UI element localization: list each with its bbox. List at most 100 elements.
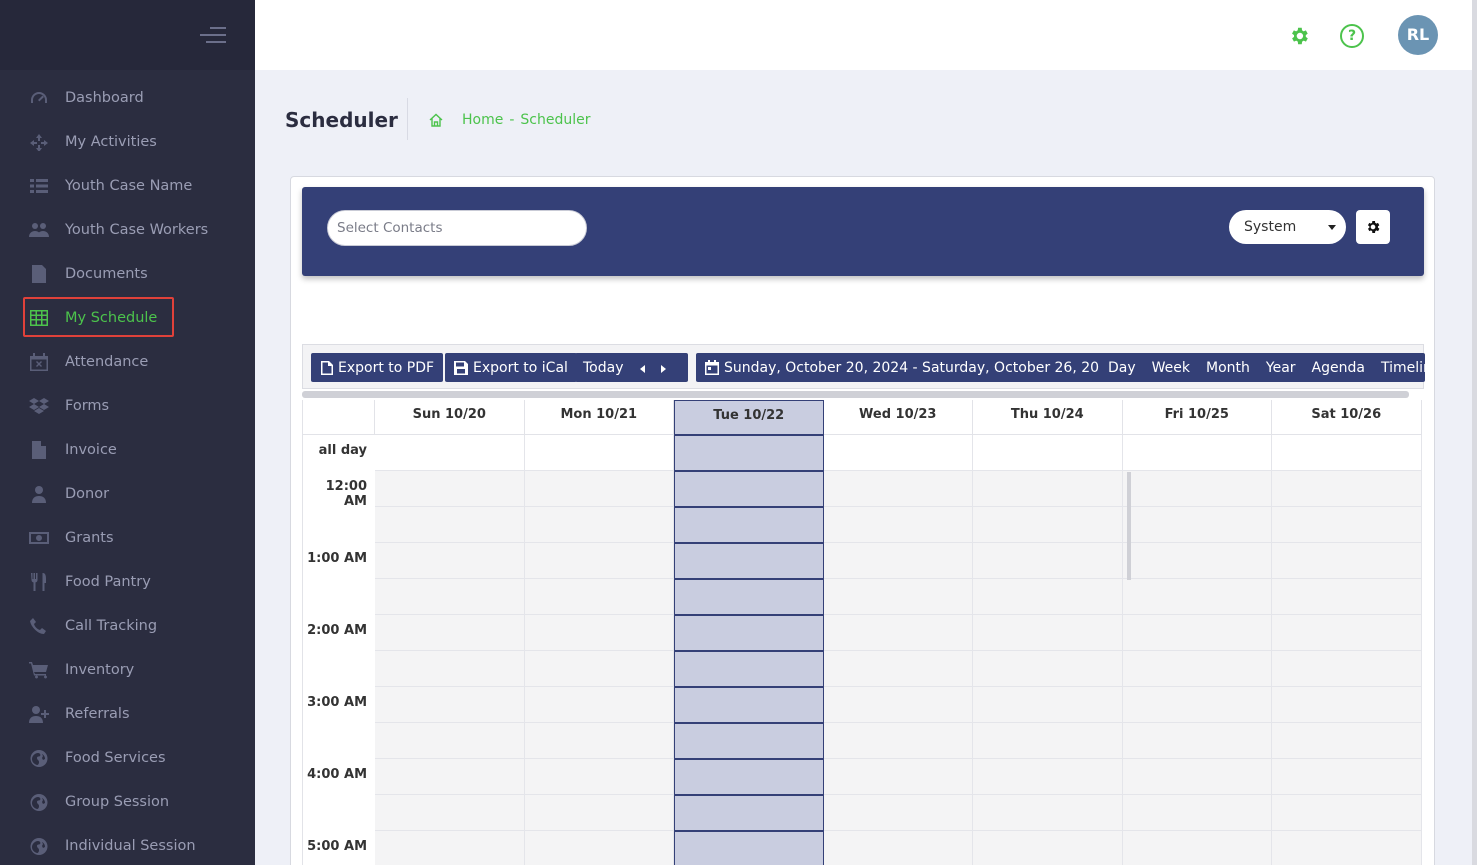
time-slot-cell[interactable] bbox=[1272, 471, 1422, 507]
time-slot-cell[interactable] bbox=[375, 579, 525, 615]
time-slot-cell[interactable] bbox=[973, 543, 1123, 579]
today-button[interactable]: Today bbox=[575, 360, 632, 376]
time-slot-cell[interactable] bbox=[823, 687, 973, 723]
all-day-cell[interactable] bbox=[823, 435, 973, 471]
time-slot-cell[interactable] bbox=[973, 579, 1123, 615]
all-day-cell[interactable] bbox=[674, 435, 824, 471]
time-slot-cell[interactable] bbox=[1272, 795, 1422, 831]
sidebar-item-inventory[interactable]: Inventory bbox=[0, 648, 255, 692]
gear-icon[interactable] bbox=[1288, 25, 1310, 47]
view-day-button[interactable]: Day bbox=[1100, 360, 1144, 376]
time-slot-cell[interactable] bbox=[823, 579, 973, 615]
time-slot-cell[interactable] bbox=[674, 651, 824, 687]
time-slot-cell[interactable] bbox=[524, 831, 674, 865]
sidebar-item-my-activities[interactable]: My Activities bbox=[0, 120, 255, 164]
time-slot-cell[interactable] bbox=[674, 579, 824, 615]
time-slot-cell[interactable] bbox=[375, 723, 525, 759]
sidebar-item-referrals[interactable]: Referrals bbox=[0, 692, 255, 736]
view-week-button[interactable]: Week bbox=[1144, 360, 1198, 376]
time-slot-cell[interactable] bbox=[1272, 831, 1422, 865]
sidebar-item-individual-session[interactable]: Individual Session bbox=[0, 824, 255, 865]
time-slot-cell[interactable] bbox=[1122, 723, 1272, 759]
day-header[interactable]: Wed 10/23 bbox=[823, 400, 973, 435]
horizontal-scrollbar[interactable] bbox=[302, 391, 1409, 398]
grid-scrollbar[interactable] bbox=[1127, 472, 1131, 580]
time-slot-cell[interactable] bbox=[823, 507, 973, 543]
time-slot-cell[interactable] bbox=[1272, 687, 1422, 723]
time-slot-cell[interactable] bbox=[823, 759, 973, 795]
time-slot-cell[interactable] bbox=[1122, 471, 1272, 507]
time-slot-cell[interactable] bbox=[674, 471, 824, 507]
time-slot-cell[interactable] bbox=[973, 471, 1123, 507]
time-slot-cell[interactable] bbox=[823, 831, 973, 865]
avatar[interactable]: RL bbox=[1398, 15, 1438, 55]
time-slot-cell[interactable] bbox=[1272, 615, 1422, 651]
time-slot-cell[interactable] bbox=[375, 651, 525, 687]
sidebar-item-group-session[interactable]: Group Session bbox=[0, 780, 255, 824]
time-slot-cell[interactable] bbox=[674, 795, 824, 831]
time-slot-cell[interactable] bbox=[524, 579, 674, 615]
time-slot-cell[interactable] bbox=[1272, 543, 1422, 579]
sidebar-item-documents[interactable]: Documents bbox=[0, 252, 255, 296]
all-day-cell[interactable] bbox=[1122, 435, 1272, 471]
time-slot-cell[interactable] bbox=[823, 795, 973, 831]
day-header[interactable]: Sun 10/20 bbox=[375, 400, 525, 435]
day-header[interactable]: Fri 10/25 bbox=[1122, 400, 1272, 435]
time-slot-cell[interactable] bbox=[973, 831, 1123, 865]
time-slot-cell[interactable] bbox=[375, 795, 525, 831]
time-slot-cell[interactable] bbox=[1122, 831, 1272, 865]
time-slot-cell[interactable] bbox=[375, 471, 525, 507]
time-slot-cell[interactable] bbox=[1122, 507, 1272, 543]
time-slot-cell[interactable] bbox=[375, 543, 525, 579]
time-slot-cell[interactable] bbox=[524, 687, 674, 723]
view-year-button[interactable]: Year bbox=[1258, 360, 1304, 376]
all-day-cell[interactable] bbox=[973, 435, 1123, 471]
time-slot-cell[interactable] bbox=[375, 507, 525, 543]
time-slot-cell[interactable] bbox=[375, 615, 525, 651]
view-timeline-button[interactable]: Timeline bbox=[1373, 360, 1425, 376]
time-slot-cell[interactable] bbox=[1272, 507, 1422, 543]
view-month-button[interactable]: Month bbox=[1198, 360, 1258, 376]
sidebar-item-food-services[interactable]: Food Services bbox=[0, 736, 255, 780]
time-slot-cell[interactable] bbox=[973, 723, 1123, 759]
all-day-cell[interactable] bbox=[1272, 435, 1422, 471]
time-slot-cell[interactable] bbox=[674, 759, 824, 795]
sidebar-item-youth-case-name[interactable]: Youth Case Name bbox=[0, 164, 255, 208]
time-slot-cell[interactable] bbox=[524, 723, 674, 759]
time-slot-cell[interactable] bbox=[973, 687, 1123, 723]
time-slot-cell[interactable] bbox=[1122, 687, 1272, 723]
time-slot-cell[interactable] bbox=[674, 615, 824, 651]
view-agenda-button[interactable]: Agenda bbox=[1304, 360, 1373, 376]
day-header[interactable]: Tue 10/22 bbox=[674, 400, 824, 435]
time-slot-cell[interactable] bbox=[375, 831, 525, 865]
page-scrollbar[interactable] bbox=[1472, 0, 1477, 865]
time-slot-cell[interactable] bbox=[524, 759, 674, 795]
all-day-cell[interactable] bbox=[524, 435, 674, 471]
sidebar-item-food-pantry[interactable]: Food Pantry bbox=[0, 560, 255, 604]
time-slot-cell[interactable] bbox=[1272, 759, 1422, 795]
time-slot-cell[interactable] bbox=[1122, 579, 1272, 615]
time-slot-cell[interactable] bbox=[524, 795, 674, 831]
home-icon[interactable] bbox=[428, 112, 444, 128]
time-slot-cell[interactable] bbox=[524, 543, 674, 579]
time-slot-cell[interactable] bbox=[674, 831, 824, 865]
time-slot-cell[interactable] bbox=[1272, 651, 1422, 687]
time-slot-cell[interactable] bbox=[524, 507, 674, 543]
time-slot-cell[interactable] bbox=[674, 723, 824, 759]
system-select[interactable]: System bbox=[1229, 210, 1346, 244]
export-pdf-button[interactable]: Export to PDF bbox=[311, 353, 444, 382]
time-slot-cell[interactable] bbox=[375, 759, 525, 795]
time-slot-cell[interactable] bbox=[1122, 759, 1272, 795]
help-icon[interactable]: ? bbox=[1340, 24, 1364, 48]
time-slot-cell[interactable] bbox=[823, 543, 973, 579]
time-slot-cell[interactable] bbox=[1272, 723, 1422, 759]
time-slot-cell[interactable] bbox=[1122, 651, 1272, 687]
sidebar-item-my-schedule[interactable]: My Schedule bbox=[0, 296, 255, 340]
time-slot-cell[interactable] bbox=[823, 651, 973, 687]
export-ical-button[interactable]: Export to iCal bbox=[445, 353, 577, 382]
sidebar-item-call-tracking[interactable]: Call Tracking bbox=[0, 604, 255, 648]
day-header[interactable]: Mon 10/21 bbox=[524, 400, 674, 435]
time-slot-cell[interactable] bbox=[1122, 795, 1272, 831]
time-slot-cell[interactable] bbox=[823, 615, 973, 651]
select-contacts-input[interactable] bbox=[327, 210, 587, 246]
